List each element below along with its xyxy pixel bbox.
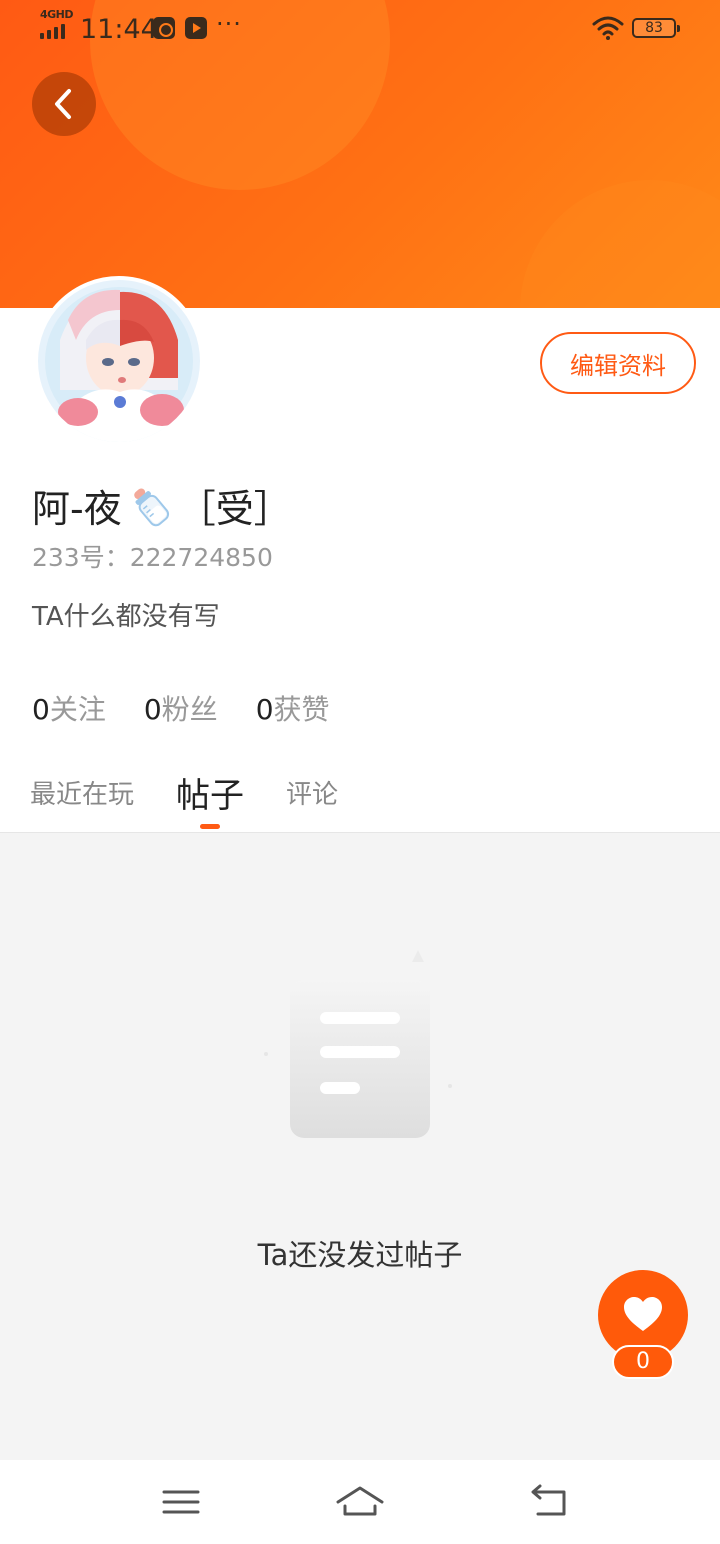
- like-count-badge: 0: [612, 1345, 674, 1379]
- stats-row: 0关注 0粉丝 0获赞: [32, 688, 330, 728]
- stat-followers[interactable]: 0粉丝: [144, 688, 218, 728]
- stat-likes-received[interactable]: 0获赞: [256, 688, 330, 728]
- video-app-icon: [185, 17, 207, 39]
- stat-number: 0: [143, 693, 162, 726]
- nickname: 阿-夜 ［受］: [32, 478, 292, 533]
- stat-number: 0: [255, 693, 274, 726]
- battery-indicator: 83: [632, 18, 680, 38]
- stat-label: 获赞: [273, 693, 330, 726]
- nickname-text: 阿-夜: [32, 487, 122, 531]
- status-bar: 4GHD 11:44 ··· 83: [0, 0, 720, 56]
- avatar-image: [38, 280, 200, 442]
- edit-profile-button[interactable]: 编辑资料: [540, 332, 696, 394]
- user-bio: TA什么都没有写: [32, 602, 220, 632]
- baby-bottle-emoji: [133, 487, 169, 526]
- stat-label: 粉丝: [161, 693, 218, 726]
- chevron-left-icon: [55, 89, 71, 119]
- tab-posts[interactable]: 帖子: [176, 766, 244, 829]
- clock: 11:44: [80, 14, 158, 45]
- menu-icon[interactable]: [156, 1478, 206, 1526]
- banner-decoration: [520, 180, 720, 308]
- empty-document-icon: [264, 950, 452, 1138]
- divider: [0, 832, 720, 833]
- tab-comments[interactable]: 评论: [286, 766, 338, 811]
- profile-tabs: 最近在玩 帖子 评论: [30, 766, 380, 832]
- signal-icon: [40, 24, 65, 39]
- heart-icon: [624, 1297, 662, 1331]
- home-icon[interactable]: [335, 1478, 385, 1526]
- stat-following[interactable]: 0关注: [32, 688, 106, 728]
- music-app-icon: [153, 17, 175, 39]
- user-id: 233号：222724850: [32, 543, 273, 572]
- avatar[interactable]: [34, 276, 204, 446]
- wifi-icon: [592, 16, 624, 40]
- empty-state-message: Ta还没发过帖子: [257, 1238, 463, 1272]
- stat-label: 关注: [49, 693, 106, 726]
- more-notifications-icon: ···: [216, 10, 242, 38]
- back-button[interactable]: [32, 72, 96, 136]
- return-icon[interactable]: [524, 1478, 574, 1526]
- system-nav-bar: [0, 1460, 720, 1544]
- tab-recently-played[interactable]: 最近在玩: [30, 766, 134, 811]
- network-type: 4GHD: [40, 8, 74, 21]
- stat-number: 0: [32, 693, 50, 726]
- nickname-tag: ［受］: [177, 487, 292, 531]
